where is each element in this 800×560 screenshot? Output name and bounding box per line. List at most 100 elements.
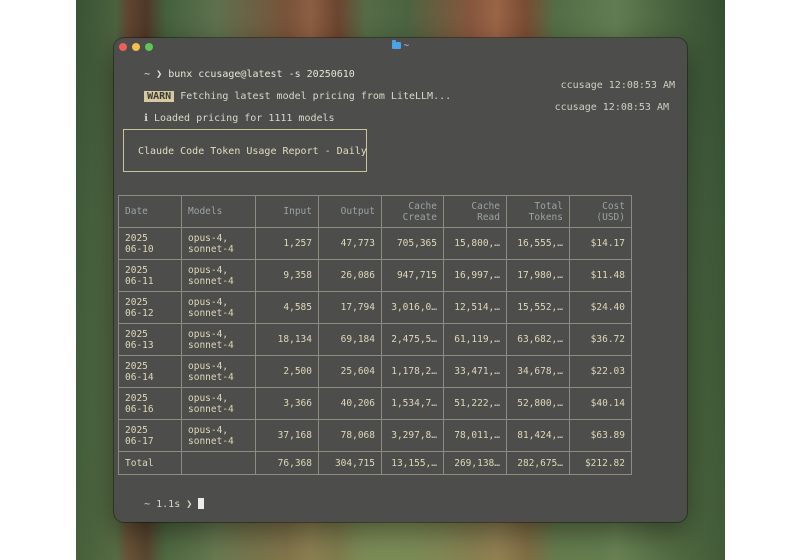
cell-date: 2025 06-14 [118,355,182,388]
cell-cache-read: 16,997,… [443,259,507,292]
warn-message: Fetching latest model pricing from LiteL… [180,91,452,102]
cell-output: 26,086 [318,259,382,292]
cell-output: 40,206 [318,387,382,420]
terminal-window[interactable]: ~ ~ ❯ bunx ccusage@latest -s 20250610 WA… [114,38,687,522]
table-row: 2025 06-17 opus-4, sonnet-4 37,168 78,068 … [118,419,632,452]
title-bar: ~ [114,38,687,56]
cell-input: 3,366 [255,387,319,420]
cell-cache-create: 1,178,2… [381,355,444,388]
cell-cache-create: 3,297,8… [381,419,444,452]
cell-output: 25,604 [318,355,382,388]
table-row: 2025 06-11 opus-4, sonnet-4 9,358 26,086 9… [118,259,632,292]
cell-input: 2,500 [255,355,319,388]
cell-models: opus-4, sonnet-4 [181,291,256,324]
final-prompt: ~ 1.1s ❯ [144,499,193,510]
cell-output: 47,773 [318,227,382,260]
table-header-row: Date Models Input Output Cache Create Cac… [118,195,632,228]
info-timestamp: ccusage 12:08:53 AM [554,102,669,113]
cell-total-tokens: 52,800,… [506,387,570,420]
cell-models: opus-4, sonnet-4 [181,419,256,452]
cell-cache-create: 3,016,0… [381,291,444,324]
cell-date: 2025 06-13 [118,323,182,356]
cell-cost: $36.72 [569,323,632,356]
cell-input: 4,585 [255,291,319,324]
cell-input: 18,134 [255,323,319,356]
table-row: 2025 06-12 opus-4, sonnet-4 4,585 17,794 3… [118,291,632,324]
cell-models: opus-4, sonnet-4 [181,323,256,356]
cell-total-tokens: 17,980,… [506,259,570,292]
window-title-text: ~ [403,41,410,51]
warn-badge: WARN [144,91,175,102]
warn-timestamp: ccusage 12:08:53 AM [560,80,675,91]
cell-cache-read: 61,119,… [443,323,507,356]
cell-total-tokens: 81,424,… [506,419,570,452]
cell-total-tokens: 34,678,… [506,355,570,388]
cell-total-tokens: 16,555,… [506,227,570,260]
table-row: 2025 06-10 opus-4, sonnet-4 1,257 47,773 7… [118,227,632,260]
header-input: Input [255,195,319,228]
cell-input: 9,358 [255,259,319,292]
cell-total-tokens: 15,552,… [506,291,570,324]
cell-cache-create: 2,475,5… [381,323,444,356]
cell-output: 17,794 [318,291,382,324]
table-row: 2025 06-14 opus-4, sonnet-4 2,500 25,604 1… [118,355,632,388]
cell-cost: $63.89 [569,419,632,452]
cell-cost: $14.17 [569,227,632,260]
final-prompt-line[interactable]: ~ 1.1s ❯ [120,487,205,521]
command-text: bunx ccusage@latest -s 20250610 [168,69,355,80]
header-date: Date [118,195,182,228]
header-cost: Cost (USD) [569,195,632,228]
cell-total-tokens: 63,682,… [506,323,570,356]
cell-cache-read: 15,800,… [443,227,507,260]
table-row: 2025 06-13 opus-4, sonnet-4 18,134 69,184 … [118,323,632,356]
cell-models: opus-4, sonnet-4 [181,259,256,292]
header-cache-read: Cache Read [443,195,507,228]
info-icon: ℹ [144,113,148,124]
total-models [181,451,256,475]
cell-cost: $24.40 [569,291,632,324]
total-label: Total [118,451,182,475]
cell-cost: $22.03 [569,355,632,388]
cell-cache-read: 12,514,… [443,291,507,324]
cell-output: 69,184 [318,323,382,356]
total-cache-create: 13,155,… [381,451,444,475]
cell-output: 78,068 [318,419,382,452]
cell-cost: $40.14 [569,387,632,420]
cell-models: opus-4, sonnet-4 [181,355,256,388]
cell-date: 2025 06-16 [118,387,182,420]
total-cost: $212.82 [569,451,632,475]
cell-date: 2025 06-10 [118,227,182,260]
cell-cost: $11.48 [569,259,632,292]
cell-cache-create: 1,534,7… [381,387,444,420]
prompt-symbol: ~ ❯ [144,69,163,80]
cell-cache-read: 51,222,… [443,387,507,420]
header-cache-create: Cache Create [381,195,444,228]
text-cursor[interactable] [198,498,205,509]
cell-input: 1,257 [255,227,319,260]
cell-cache-read: 78,011,… [443,419,507,452]
cell-cache-create: 947,715 [381,259,444,292]
total-total-tokens: 282,675… [506,451,570,475]
window-title: ~ [114,40,687,51]
cell-cache-read: 33,471,… [443,355,507,388]
header-total-tokens: Total Tokens [506,195,570,228]
folder-icon [391,40,401,49]
usage-table: Date Models Input Output Cache Create Cac… [118,195,632,475]
cell-cache-create: 705,365 [381,227,444,260]
report-title: Claude Code Token Usage Report - Daily [138,146,367,157]
cell-date: 2025 06-11 [118,259,182,292]
cell-input: 37,168 [255,419,319,452]
cell-date: 2025 06-12 [118,291,182,324]
header-output: Output [318,195,382,228]
info-message: Loaded pricing for 1111 models [153,113,335,124]
cell-models: opus-4, sonnet-4 [181,387,256,420]
total-cache-read: 269,138… [443,451,507,475]
table-row: 2025 06-16 opus-4, sonnet-4 3,366 40,206 1… [118,387,632,420]
header-models: Models [181,195,256,228]
total-output: 304,715 [318,451,382,475]
report-title-box: Claude Code Token Usage Report - Daily [123,129,367,172]
cell-models: opus-4, sonnet-4 [181,227,256,260]
table-total-row: Total 76,368 304,715 13,155,… 269,138… 2… [118,451,632,475]
cell-date: 2025 06-17 [118,419,182,452]
total-input: 76,368 [255,451,319,475]
